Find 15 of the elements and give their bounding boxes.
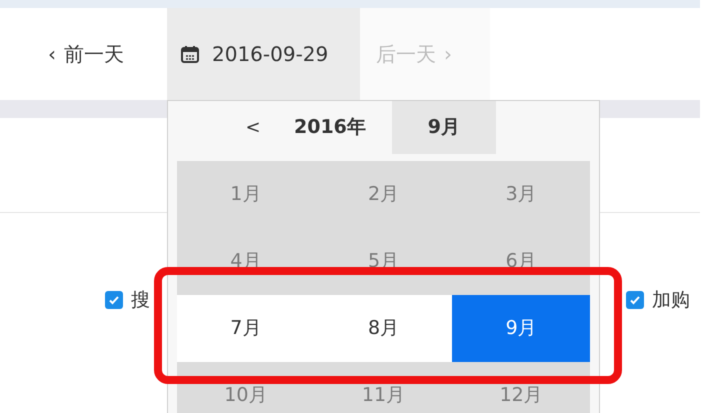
- checkbox[interactable]: [105, 291, 123, 310]
- date-button[interactable]: 2016-09-29: [167, 8, 360, 100]
- calendar-icon: [180, 44, 200, 64]
- month-cell[interactable]: 8月: [314, 295, 452, 362]
- check-icon: [629, 294, 641, 306]
- previous-year-button[interactable]: <: [238, 101, 268, 154]
- filter-label: 加购: [652, 288, 690, 313]
- month-cell[interactable]: 9月: [452, 295, 590, 362]
- month-cell[interactable]: 7月: [177, 295, 315, 362]
- year-label: 2016年: [293, 115, 367, 140]
- filter-label: 搜: [131, 288, 150, 313]
- checkbox[interactable]: [626, 291, 644, 310]
- check-icon: [108, 294, 120, 306]
- previous-day-button[interactable]: ‹ 前一天: [48, 8, 167, 100]
- month-button[interactable]: 9月: [392, 101, 496, 154]
